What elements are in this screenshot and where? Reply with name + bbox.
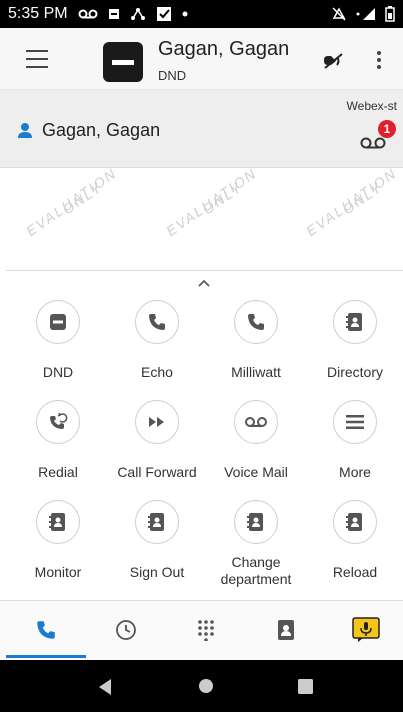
wifi-signal-icon [356,8,375,20]
forward-icon [135,400,179,444]
phone-icon [234,300,278,344]
action-label: Voice Mail [224,464,288,480]
voicemail-icon [234,400,278,444]
contact-card[interactable]: Webex-st Gagan, Gagan [0,90,403,168]
voicemail-message-icon [352,617,380,642]
phone-icon [37,621,55,639]
action-label: Sign Out [129,564,185,580]
action-dnd[interactable]: DND [8,300,108,400]
action-milliwatt[interactable]: Milliwatt [206,300,306,400]
home-icon[interactable] [198,678,214,694]
action-label: Echo [141,364,173,380]
action-monitor[interactable]: Monitor [8,500,108,600]
action-label: Milliwatt [231,364,281,380]
dot-status-icon [182,11,188,17]
recents-icon[interactable] [298,679,313,694]
action-redial[interactable]: Redial [8,400,108,500]
action-directory[interactable]: Directory [305,300,403,400]
directory-icon [234,500,278,544]
action-label: Change department [220,554,292,587]
chevron-up-icon[interactable] [197,278,211,288]
app-bar: Gagan, Gagan DND [0,28,403,90]
tab-contacts[interactable] [246,601,326,659]
tab-calls[interactable] [6,601,86,659]
action-label: Redial [38,464,78,480]
directory-icon [333,300,377,344]
voicemail-count-badge: 1 [378,120,396,138]
action-label: DND [42,364,74,380]
action-echo[interactable]: Echo [107,300,207,400]
page-title: Gagan, Gagan [158,38,290,60]
action-voice-mail[interactable]: Voice Mail [206,400,306,500]
action-label: Reload [332,564,378,580]
action-label: Call Forward [117,464,197,480]
tab-voicemail-messages[interactable] [326,601,403,659]
mute-status-icon [332,7,346,21]
battery-icon [385,6,395,22]
directory-icon [135,500,179,544]
person-icon [18,123,32,138]
directory-icon [36,500,80,544]
dnd-icon [36,300,80,344]
action-sign-out[interactable]: Sign Out [107,500,207,600]
tab-dialpad[interactable] [166,601,246,659]
checkbox-status-icon [156,7,171,21]
action-label: Monitor [34,564,82,580]
system-navigation-bar [0,660,403,712]
network-status-icon [130,8,145,20]
back-icon[interactable] [97,678,113,696]
action-call-forward[interactable]: Call Forward [107,400,207,500]
redial-icon [36,400,80,444]
panel-divider [6,270,403,271]
mute-icon[interactable] [322,52,344,70]
action-more[interactable]: More [305,400,403,500]
sim-card-status-icon [108,9,119,19]
voicemail-icon[interactable] [360,136,386,150]
action-change-department[interactable]: Change department [206,500,306,600]
action-grid: DND Echo Milliwatt Directory Redial Call… [0,300,403,600]
service-label: Webex-st [346,99,397,113]
action-label: More [339,464,371,480]
directory-icon [333,500,377,544]
evaluation-watermark: EVALUATION ONLY EVALUATION ONLY EVALUATI… [0,168,403,268]
phone-icon [135,300,179,344]
action-label: Directory [326,364,383,380]
status-time: 5:35 PM [8,5,68,22]
more-menu-icon [333,400,377,444]
contact-name: Gagan, Gagan [42,120,161,140]
menu-icon[interactable] [26,50,48,68]
overflow-menu-icon[interactable] [377,50,381,70]
active-tab-indicator [6,655,86,658]
tab-history[interactable] [86,601,166,659]
bottom-tab-bar [0,600,403,660]
clock-icon [116,620,136,640]
presence-status: DND [158,68,187,83]
dialpad-icon [198,620,214,641]
dnd-avatar-icon [103,42,143,82]
action-reload[interactable]: Reload [305,500,403,600]
voicemail-status-icon [78,9,98,19]
status-bar: 5:35 PM [0,0,403,28]
contacts-icon [278,620,294,640]
